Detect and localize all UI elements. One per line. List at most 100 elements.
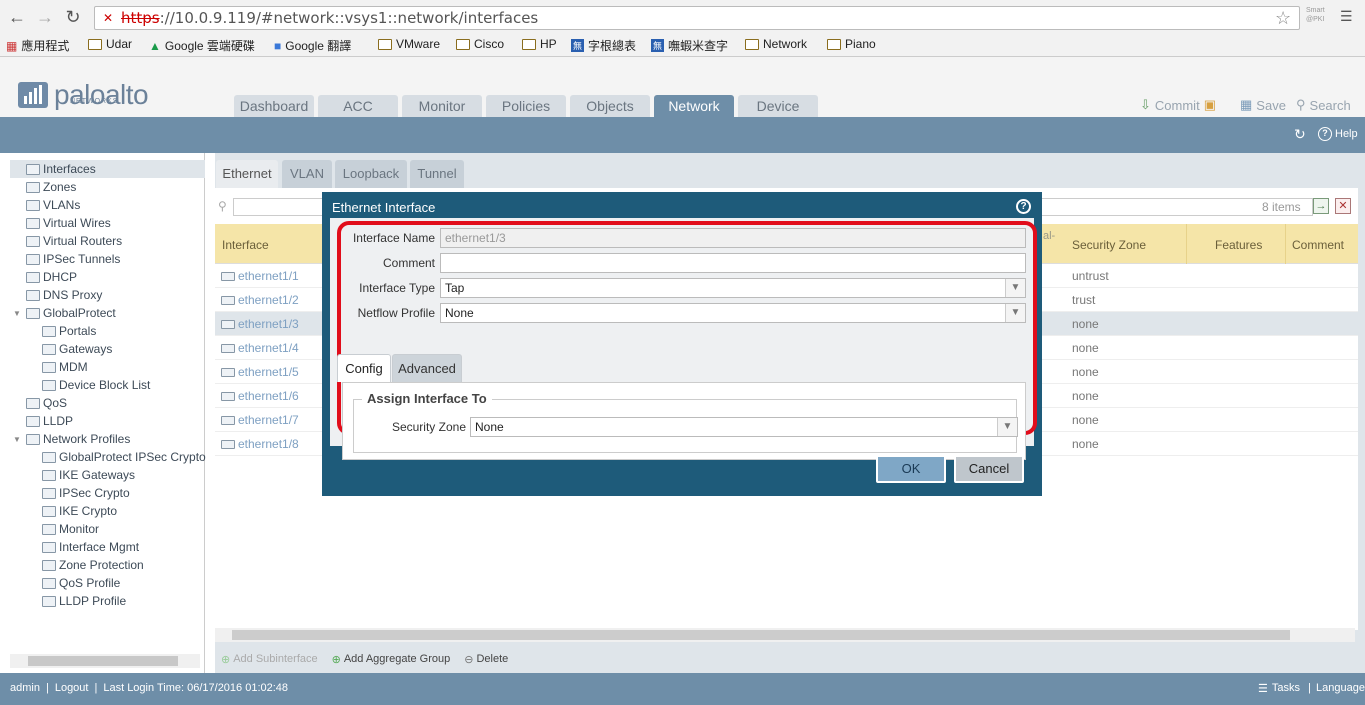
ok-button[interactable]: OK: [876, 455, 946, 483]
sidebar-item-ipsec-crypto[interactable]: IPSec Crypto: [42, 484, 130, 502]
tab-config[interactable]: Config: [337, 354, 391, 382]
interface-mgmt-icon: [42, 541, 56, 553]
interface-cell[interactable]: ethernet1/1: [221, 269, 299, 283]
port-icon: [221, 391, 235, 401]
interface-cell[interactable]: ethernet1/8: [221, 437, 299, 451]
sidebar-item-device-block-list[interactable]: Device Block List: [42, 376, 150, 394]
tab-tunnel[interactable]: Tunnel: [410, 160, 464, 188]
sidebar-item-dns-proxy[interactable]: DNS Proxy: [26, 286, 102, 304]
collapse-triangle-icon[interactable]: ▼: [13, 435, 23, 444]
interface-type-select[interactable]: Tap ▼: [440, 278, 1026, 298]
interface-cell[interactable]: ethernet1/3: [221, 317, 299, 331]
tab-device[interactable]: Device: [738, 95, 818, 117]
menu-icon[interactable]: ☰: [1340, 8, 1353, 25]
tab-acc[interactable]: ACC: [318, 95, 398, 117]
logo: paloalto: [18, 79, 149, 111]
reload-icon[interactable]: ↻: [62, 6, 84, 28]
sidebar-scroll-thumb[interactable]: [28, 656, 178, 666]
sidebar-item-monitor[interactable]: Monitor: [42, 520, 99, 538]
interface-name-field: ethernet1/3: [440, 228, 1026, 248]
security-zone-select[interactable]: None ▼: [470, 417, 1018, 437]
tab-monitor[interactable]: Monitor: [402, 95, 482, 117]
search-button[interactable]: ⚲ Search: [1296, 97, 1351, 113]
sidebar-item-ipsec-tunnels[interactable]: IPSec Tunnels: [26, 250, 120, 268]
language-link[interactable]: Language: [1316, 682, 1365, 694]
sidebar-item-network-profiles[interactable]: ▼ Network Profiles: [13, 430, 130, 448]
tab-loopback[interactable]: Loopback: [335, 160, 407, 188]
zone-cell: none: [1072, 389, 1099, 403]
dialog-help-icon[interactable]: ?: [1016, 199, 1031, 214]
cancel-button[interactable]: Cancel: [954, 455, 1024, 483]
sidebar-item-mdm[interactable]: MDM: [42, 358, 88, 376]
interface-cell[interactable]: ethernet1/6: [221, 389, 299, 403]
delete-button[interactable]: ⊖ Delete: [464, 653, 508, 666]
save-button[interactable]: ▦ Save: [1240, 97, 1286, 113]
col-security-zone[interactable]: Security Zone: [1072, 238, 1146, 252]
interface-cell[interactable]: ethernet1/4: [221, 341, 299, 355]
bookmark-star-icon[interactable]: ☆: [1275, 8, 1291, 29]
sidebar-item-zone-protection[interactable]: Zone Protection: [42, 556, 144, 574]
tab-ethernet[interactable]: Ethernet: [216, 160, 278, 188]
sidebar-item-vlans[interactable]: VLANs: [26, 196, 80, 214]
col-features[interactable]: Features: [1215, 238, 1262, 252]
sidebar-item-interface-mgmt[interactable]: Interface Mgmt: [42, 538, 139, 556]
forward-icon[interactable]: →: [34, 6, 56, 28]
tab-dashboard[interactable]: Dashboard: [234, 95, 314, 117]
interface-cell[interactable]: ethernet1/7: [221, 413, 299, 427]
tab-network[interactable]: Network: [654, 95, 734, 117]
sidebar-item-gp-ipsec-crypto[interactable]: GlobalProtect IPSec Crypto: [42, 448, 206, 466]
port-icon: [221, 319, 235, 329]
sidebar-item-gateways[interactable]: Gateways: [42, 340, 112, 358]
bookmark-udar[interactable]: Udar: [88, 37, 132, 51]
bookmark-apps[interactable]: ▦ 應用程式: [6, 37, 69, 54]
interface-cell[interactable]: ethernet1/2: [221, 293, 299, 307]
sidebar-item-virtual-wires[interactable]: Virtual Wires: [26, 214, 111, 232]
interface-cell[interactable]: ethernet1/5: [221, 365, 299, 379]
back-icon[interactable]: ←: [6, 6, 28, 28]
bookmark-google-drive[interactable]: ▲ Google 雲端硬碟: [149, 37, 255, 54]
sidebar-item-ike-crypto[interactable]: IKE Crypto: [42, 502, 117, 520]
sidebar-item-ike-gateways[interactable]: IKE Gateways: [42, 466, 135, 484]
bookmark-cisco[interactable]: Cisco: [456, 37, 504, 51]
apply-filter-icon[interactable]: →: [1313, 198, 1329, 214]
sidebar-item-qos[interactable]: QoS: [26, 394, 67, 412]
user-name: admin: [10, 682, 40, 694]
collapse-triangle-icon[interactable]: ▼: [13, 309, 23, 318]
grid-scroll-thumb[interactable]: [232, 630, 1290, 640]
bookmark-vmware[interactable]: VMware: [378, 37, 440, 51]
bookmark-piano[interactable]: Piano: [827, 37, 876, 51]
bookmark-google-translate[interactable]: ■ Google 翻譯: [274, 37, 351, 54]
sidebar-item-interfaces[interactable]: Interfaces: [10, 160, 205, 178]
smart-pki-label[interactable]: Smart @PKI: [1306, 6, 1328, 24]
add-aggregate-group-button[interactable]: ⊕ Add Aggregate Group: [332, 653, 451, 666]
clear-filter-icon[interactable]: ✕: [1335, 198, 1351, 214]
col-comment[interactable]: Comment: [1292, 238, 1344, 252]
comment-field[interactable]: [440, 253, 1026, 273]
sidebar-item-zones[interactable]: Zones: [26, 178, 76, 196]
sidebar-item-qos-profile[interactable]: QoS Profile: [42, 574, 120, 592]
netflow-profile-select[interactable]: None ▼: [440, 303, 1026, 323]
sidebar-item-portals[interactable]: Portals: [42, 322, 96, 340]
toolbar-bar: [0, 117, 1365, 153]
tab-policies[interactable]: Policies: [486, 95, 566, 117]
bookmark-network[interactable]: Network: [745, 37, 807, 51]
sidebar-item-lldp-profile[interactable]: LLDP Profile: [42, 592, 126, 610]
logout-link[interactable]: Logout: [55, 682, 89, 694]
sidebar-item-lldp[interactable]: LLDP: [26, 412, 73, 430]
sidebar-item-globalprotect[interactable]: ▼ GlobalProtect: [13, 304, 116, 322]
tab-objects[interactable]: Objects: [570, 95, 650, 117]
bookmark-radicals[interactable]: 無字根總表: [571, 37, 636, 54]
bookmark-boshiamy[interactable]: 無嘸蝦米查字: [651, 37, 728, 54]
tasks-link[interactable]: ☰ Tasks: [1258, 682, 1300, 695]
address-bar[interactable]: ✕ https://10.0.9.119/#network::vsys1::ne…: [94, 6, 1300, 30]
bookmark-hp[interactable]: HP: [522, 37, 557, 51]
add-subinterface-button[interactable]: ⊕ Add Subinterface: [221, 653, 318, 666]
col-interface[interactable]: Interface: [222, 238, 269, 252]
tab-vlan[interactable]: VLAN: [282, 160, 332, 188]
sidebar-item-virtual-routers[interactable]: Virtual Routers: [26, 232, 122, 250]
refresh-icon[interactable]: ↻: [1294, 126, 1306, 143]
help-button[interactable]: ? Help: [1318, 127, 1358, 141]
tab-advanced[interactable]: Advanced: [392, 354, 462, 382]
commit-button[interactable]: ⇩ Commit ▣: [1140, 97, 1216, 113]
sidebar-item-dhcp[interactable]: DHCP: [26, 268, 77, 286]
